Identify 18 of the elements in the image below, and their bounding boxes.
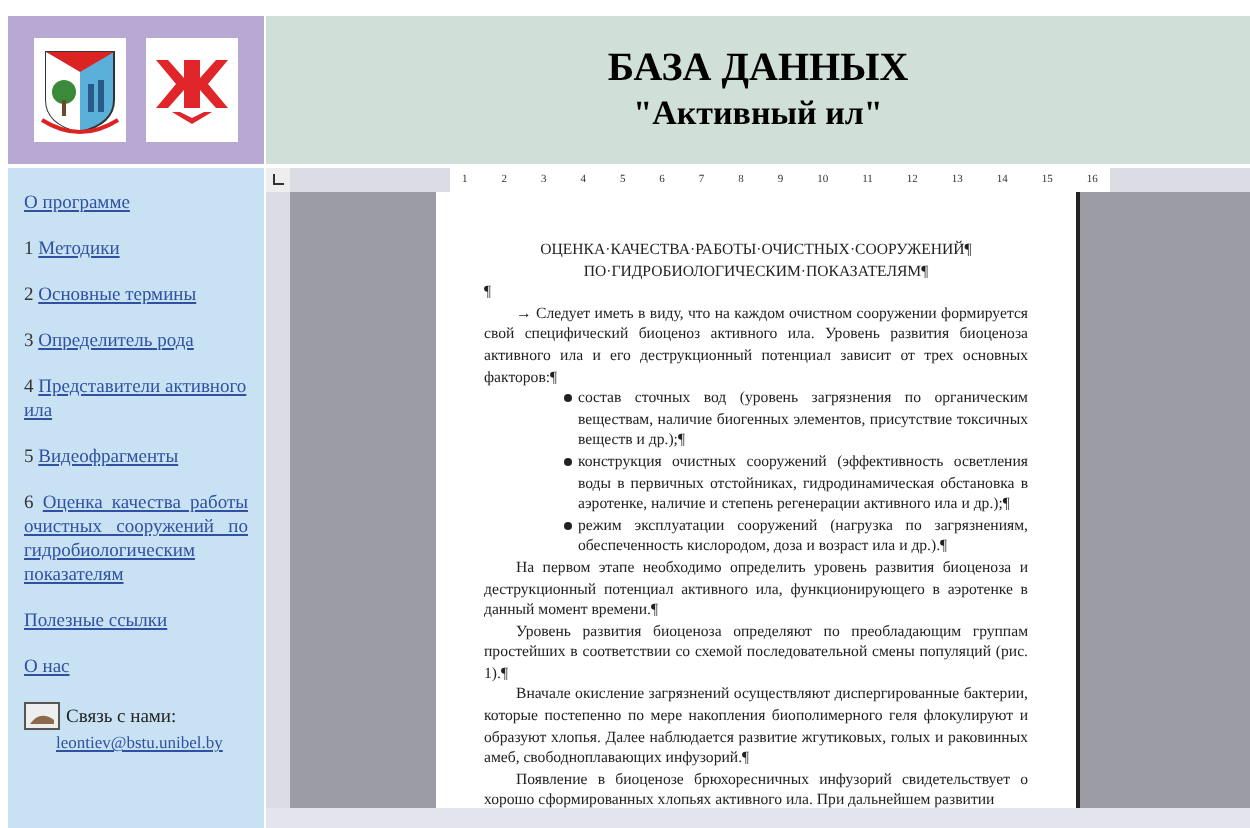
- sidebar-item[interactable]: 4 Представители активного ила: [24, 376, 248, 424]
- sidebar-item[interactable]: 5 Видеофрагменты: [24, 446, 248, 470]
- bullet-icon: [564, 457, 572, 466]
- sidebar-item[interactable]: О программе: [24, 192, 248, 216]
- bullet-icon: [564, 521, 572, 530]
- sidebar-item[interactable]: 6 Оценка качества работы очистных сооружений по гидробиологическим показателям: [24, 492, 248, 588]
- tab-stop-icon: [272, 174, 284, 186]
- sidebar-item[interactable]: 3 Определитель рода: [24, 330, 248, 354]
- sidebar-item[interactable]: 1 Методики: [24, 238, 248, 262]
- header-title: БАЗА ДАННЫХ: [607, 44, 909, 92]
- sidebar-item[interactable]: 2 Основные термины: [24, 284, 248, 308]
- sidebar-item[interactable]: Полезные ссылки: [24, 610, 248, 634]
- email-link[interactable]: leontiev@bstu.unibel.by: [24, 730, 248, 754]
- contact-label: Связь с нами:: [66, 706, 177, 730]
- sidebar-item[interactable]: О нас: [24, 656, 248, 680]
- logo-icon: [152, 56, 232, 124]
- bullet-icon: [564, 394, 572, 403]
- header-subtitle: "Активный ил": [633, 92, 883, 136]
